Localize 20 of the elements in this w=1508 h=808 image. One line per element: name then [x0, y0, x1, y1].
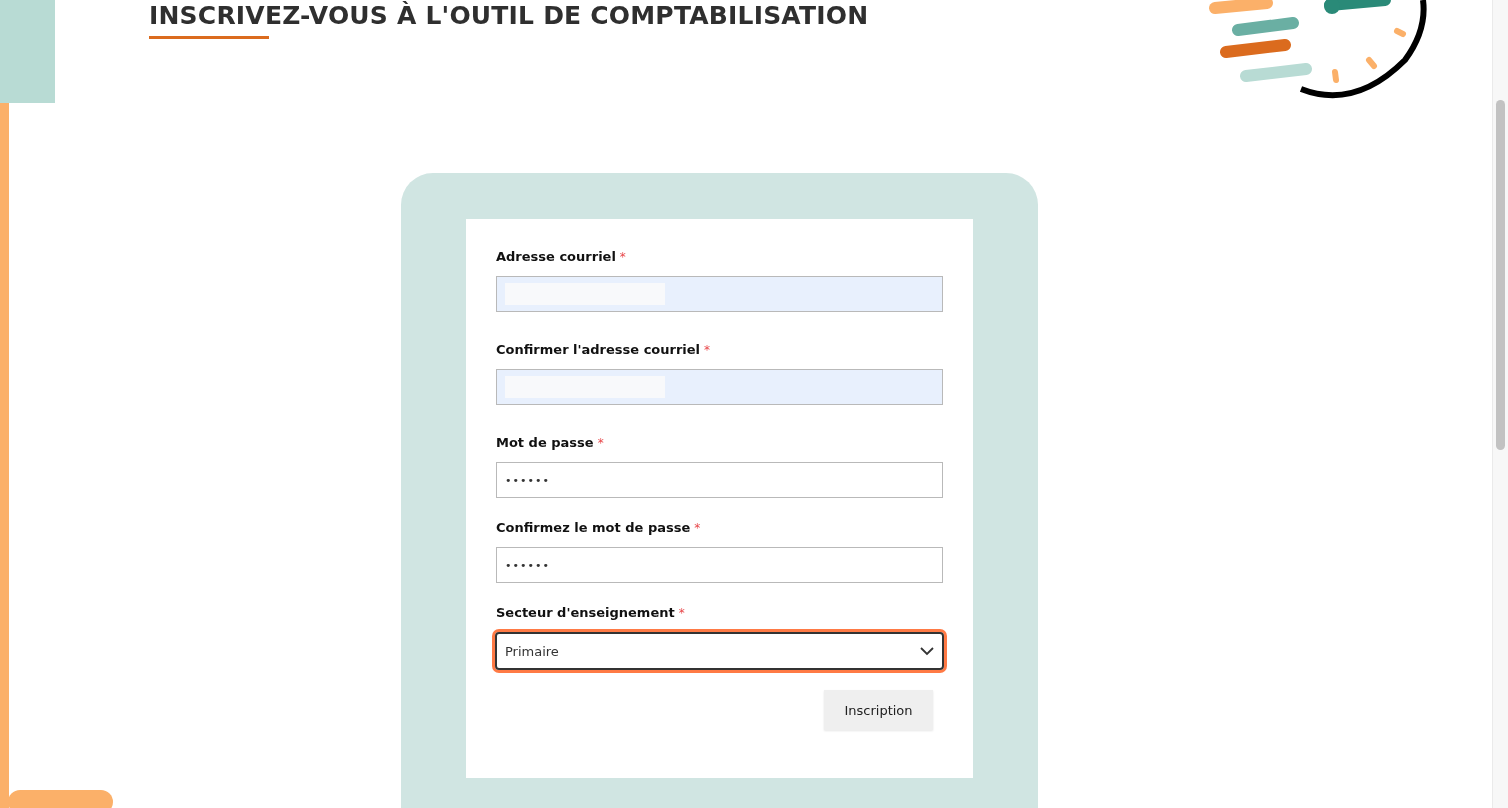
- scrollbar-thumb[interactable]: [1496, 100, 1505, 450]
- password-field[interactable]: ••••••: [496, 462, 943, 498]
- password-field[interactable]: ••••••: [496, 547, 943, 583]
- required-mark: *: [597, 436, 604, 450]
- input-field[interactable]: [496, 369, 943, 405]
- field-label: Secteur d'enseignement: [496, 605, 675, 620]
- field-label: Confirmer l'adresse courriel: [496, 342, 701, 357]
- submit-button[interactable]: Inscription: [824, 690, 933, 730]
- dropdown-field[interactable]: Primaire: [495, 632, 944, 670]
- page-title: INSCRIVEZ-VOUS À L'OUTIL DE COMPTABILISATION: [149, 2, 870, 30]
- required-mark: *: [694, 521, 701, 535]
- field-label: Mot de passe: [496, 435, 594, 450]
- required-mark: *: [678, 606, 685, 620]
- scrollbar[interactable]: [1492, 0, 1508, 808]
- input-field[interactable]: [496, 276, 943, 312]
- field-label: Confirmez le mot de passe: [496, 520, 691, 535]
- required-mark: *: [619, 250, 626, 264]
- field-label: Adresse courriel: [496, 249, 616, 264]
- chevron-down-icon: [920, 646, 934, 656]
- required-mark: *: [704, 343, 711, 357]
